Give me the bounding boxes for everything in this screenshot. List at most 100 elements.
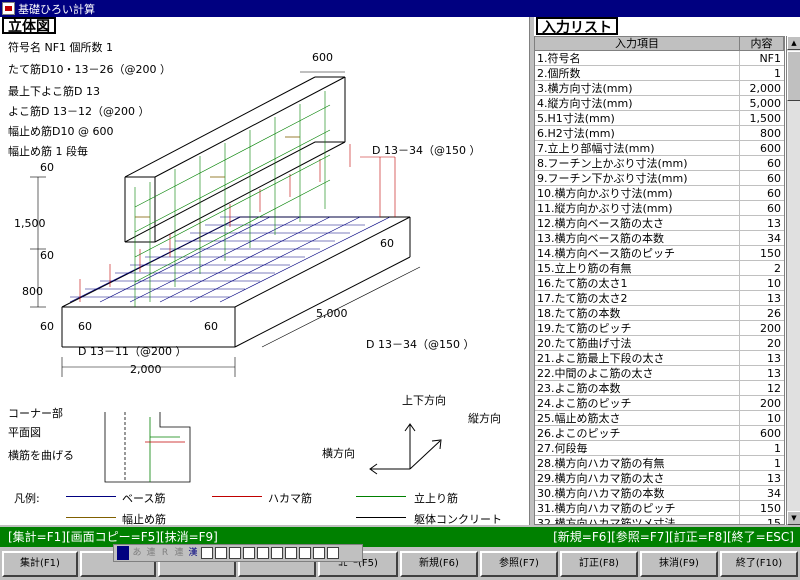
row-item-value[interactable]: 2,000 [740,81,784,95]
ime-tool-icon-2[interactable] [215,547,227,559]
ime-tool-icon-5[interactable] [257,547,269,559]
row-item-value[interactable]: 34 [740,486,784,500]
row-item-value[interactable]: 600 [740,426,784,440]
list-row[interactable]: 6.H2寸法(mm) 800 [535,126,784,141]
row-item-value[interactable]: 800 [740,126,784,140]
list-row[interactable]: 9.フーチン下かぶり寸法(mm) 60 [535,171,784,186]
list-row[interactable]: 32.横方向ハカマ筋ツメ寸法 15 [535,516,784,524]
list-row[interactable]: 29.横方向ハカマ筋の太さ 13 [535,471,784,486]
list-row[interactable]: 24.よこ筋のピッチ 200 [535,396,784,411]
ime-tool-icon-9[interactable] [313,547,325,559]
ime-ren2[interactable]: 連 [173,546,185,560]
row-item-value[interactable]: 200 [740,321,784,335]
axis-horizontal-label: 横方向 [322,447,355,460]
corner-plan-sketch [104,412,191,483]
ime-help-icon[interactable] [327,547,339,559]
list-row[interactable]: 14.横方向ベース筋のピッチ 150 [535,246,784,261]
row-item-value[interactable]: 2 [740,261,784,275]
row-item-value[interactable]: 1 [740,456,784,470]
list-row[interactable]: 13.横方向ベース筋の本数 34 [535,231,784,246]
row-item-value[interactable]: 13 [740,366,784,380]
ime-tool-icon-7[interactable] [285,547,297,559]
list-row[interactable]: 5.H1寸法(mm) 1,500 [535,111,784,126]
list-row[interactable]: 21.よこ筋最上下段の太さ 13 [535,351,784,366]
list-row[interactable]: 12.横方向ベース筋の太さ 13 [535,216,784,231]
row-item-value[interactable]: 60 [740,156,784,170]
ime-tool-icon-8[interactable] [299,547,311,559]
list-row[interactable]: 7.立上り部幅寸法(mm) 600 [535,141,784,156]
row-item-value[interactable]: 12 [740,381,784,395]
scroll-down-icon[interactable]: ▼ [787,511,800,525]
list-row[interactable]: 18.たて筋の本数 26 [535,306,784,321]
row-item-value[interactable]: 13 [740,216,784,230]
row-item-value[interactable]: 10 [740,411,784,425]
dim-5000: 5,000 [316,307,348,320]
row-item-value[interactable]: 13 [740,471,784,485]
list-row[interactable]: 4.縦方向寸法(mm) 5,000 [535,96,784,111]
list-row[interactable]: 19.たて筋のピッチ 200 [535,321,784,336]
ime-tool-icon-3[interactable] [229,547,241,559]
row-item-value[interactable]: 1 [740,441,784,455]
list-row[interactable]: 27.何段毎 1 [535,441,784,456]
pane-title-input-list: 入力リスト [536,17,618,36]
list-row[interactable]: 28.横方向ハカマ筋の有無 1 [535,456,784,471]
row-item-value[interactable]: 150 [740,246,784,260]
list-row[interactable]: 25.幅止め筋太さ 10 [535,411,784,426]
row-item-name: 5.H1寸法(mm) [535,111,740,125]
list-row[interactable]: 16.たて筋の太さ1 10 [535,276,784,291]
ime-hiragana[interactable]: あ [131,546,143,560]
row-item-value[interactable]: 150 [740,501,784,515]
ime-kanji[interactable]: 漢 [187,546,199,560]
row-item-value[interactable]: 26 [740,306,784,320]
list-row[interactable]: 23.よこ筋の本数 12 [535,381,784,396]
row-item-value[interactable]: 15 [740,516,784,524]
list-row[interactable]: 22.中間のよこ筋の太さ 13 [535,366,784,381]
fn-button-7[interactable]: 参照(F7) [480,551,558,577]
list-row[interactable]: 26.よこのピッチ 600 [535,426,784,441]
fn-button-9[interactable]: 抹消(F9) [640,551,718,577]
list-row[interactable]: 10.横方向かぶり寸法(mm) 60 [535,186,784,201]
fn-button-1[interactable]: 集計(F1) [2,551,78,577]
ime-ren[interactable]: 連 [145,546,157,560]
row-item-value[interactable]: 60 [740,201,784,215]
list-row[interactable]: 8.フーチン上かぶり寸法(mm) 60 [535,156,784,171]
fn-button-8[interactable]: 訂正(F8) [560,551,638,577]
row-item-value[interactable]: 1 [740,66,784,80]
fn-button-6[interactable]: 新規(F6) [400,551,478,577]
list-row[interactable]: 20.たて筋曲げ寸法 20 [535,336,784,351]
row-item-value[interactable]: 60 [740,186,784,200]
row-item-value[interactable]: 13 [740,351,784,365]
list-row[interactable]: 3.横方向寸法(mm) 2,000 [535,81,784,96]
list-row[interactable]: 15.立上り筋の有無 2 [535,261,784,276]
list-row[interactable]: 2.個所数 1 [535,66,784,81]
row-item-value[interactable]: 13 [740,291,784,305]
row-item-value[interactable]: 60 [740,171,784,185]
ime-tool-icon-1[interactable] [201,547,213,559]
scroll-up-icon[interactable]: ▲ [787,36,800,50]
row-item-value[interactable]: 20 [740,336,784,350]
row-item-value[interactable]: 5,000 [740,96,784,110]
input-list-grid[interactable]: 入力項目 内容 1.符号名 NF1 2.個所数 1 3.横方向寸法(mm) 2,000 4.… [534,36,785,525]
list-row[interactable]: 17.たて筋の太さ2 13 [535,291,784,306]
list-row[interactable]: 1.符号名 NF1 [535,51,784,66]
row-item-value[interactable]: 600 [740,141,784,155]
ime-tool-icon-6[interactable] [271,547,283,559]
list-row[interactable]: 11.縦方向かぶり寸法(mm) 60 [535,201,784,216]
scroll-thumb[interactable] [787,51,800,101]
row-item-value[interactable]: 10 [740,276,784,290]
list-row[interactable]: 30.横方向ハカマ筋の本数 34 [535,486,784,501]
fn-button-10[interactable]: 終了(F10) [720,551,798,577]
row-item-value[interactable]: 200 [740,396,784,410]
list-row[interactable]: 31.横方向ハカマ筋のピッチ 150 [535,501,784,516]
ime-toolbar[interactable]: あ 連 R 連 漢 [113,544,363,562]
ime-grip-icon[interactable] [117,546,129,560]
vertical-scrollbar[interactable]: ▲ ▼ [786,36,800,525]
row-item-value[interactable]: 34 [740,231,784,245]
ime-r[interactable]: R [159,546,171,560]
row-item-value[interactable]: NF1 [740,51,784,65]
app-icon[interactable] [2,2,15,15]
dim-60-d: 60 [78,320,92,333]
info-line-5: 幅止め筋D10 @ 600 [8,125,114,138]
ime-tool-icon-4[interactable] [243,547,255,559]
row-item-value[interactable]: 1,500 [740,111,784,125]
